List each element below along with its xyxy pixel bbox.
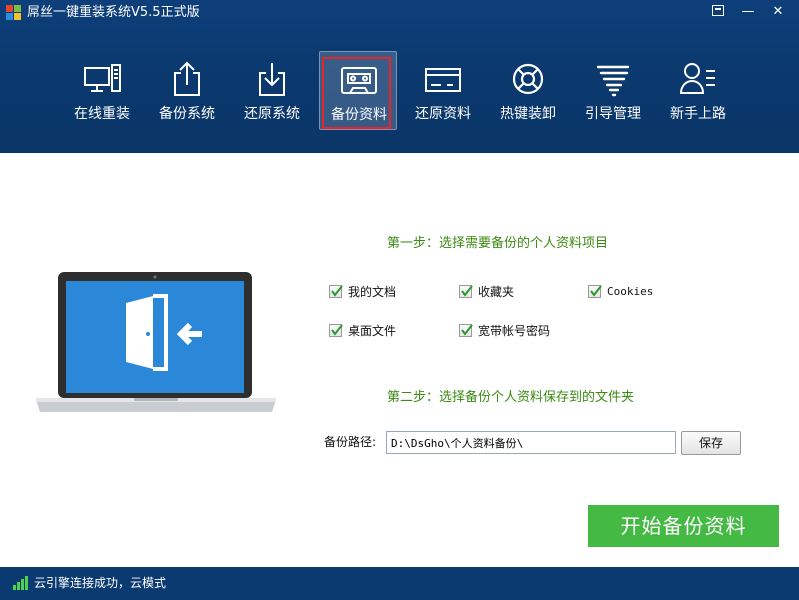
window-controls: — ✕: [703, 2, 793, 22]
status-bar: 云引擎连接成功，云模式: [0, 567, 799, 600]
upload-icon: [174, 61, 200, 96]
nav-item-restore-system[interactable]: 还原系统: [233, 51, 311, 130]
nav-item-restore-data[interactable]: 还原资料: [404, 51, 482, 130]
close-icon: ✕: [772, 4, 784, 19]
start-backup-button[interactable]: 开始备份资料: [588, 505, 779, 547]
option-broadband-password[interactable]: 宽带帐号密码: [459, 321, 550, 339]
nav-item-label: 还原系统: [244, 106, 300, 122]
option-desktop-files[interactable]: 桌面文件: [329, 321, 396, 339]
option-label: 桌面文件: [348, 323, 397, 338]
step1-title: 第一步：选择需要备份的个人资料项目: [387, 236, 609, 251]
card-icon: [425, 68, 461, 92]
close-button[interactable]: ✕: [763, 2, 793, 22]
status-text: 云引擎连接成功，云模式: [34, 576, 167, 590]
app-window: 屌丝一键重装系统V5.5正式版 — ✕ 在线重装 备份系统 还原系统 备份资料 …: [0, 0, 799, 600]
nav-item-hotkey[interactable]: 热键装卸: [489, 51, 567, 130]
nav-item-beginner[interactable]: 新手上路: [659, 51, 737, 130]
tornado-icon: [596, 65, 630, 97]
checkbox[interactable]: [459, 284, 473, 298]
checkbox[interactable]: [329, 323, 343, 337]
download-icon: [259, 63, 285, 96]
minimize-icon: —: [741, 4, 755, 19]
option-label: 收藏夹: [478, 284, 515, 299]
step2-title: 第二步：选择备份个人资料保存到的文件夹: [387, 390, 635, 405]
checkbox[interactable]: [588, 284, 602, 298]
option-label: 宽带帐号密码: [478, 323, 551, 338]
checkbox[interactable]: [459, 323, 473, 337]
menu-button[interactable]: [703, 2, 733, 22]
signal-icon: [13, 576, 29, 590]
option-cookies[interactable]: Cookies: [588, 282, 653, 300]
nav-item-label: 备份系统: [159, 106, 215, 122]
nav-item-backup-system[interactable]: 备份系统: [148, 51, 226, 130]
nav-item-backup-data[interactable]: 备份资料: [319, 51, 397, 130]
nav-item-label: 引导管理: [585, 106, 641, 122]
cassette-icon: [341, 67, 377, 94]
computer-icon: [84, 64, 121, 92]
minimize-button[interactable]: —: [733, 2, 763, 22]
backup-path-input[interactable]: [386, 431, 676, 454]
nav-item-boot-manager[interactable]: 引导管理: [574, 51, 652, 130]
menu-icon: [712, 5, 724, 16]
lifebuoy-icon: [512, 63, 544, 95]
app-logo-icon: [6, 5, 22, 21]
nav-item-label: 还原资料: [415, 106, 471, 122]
nav-item-label: 备份资料: [331, 107, 387, 123]
laptop-illustration: [36, 272, 276, 412]
option-label: Cookies: [607, 284, 654, 298]
title-bar: 屌丝一键重装系统V5.5正式版 — ✕: [0, 0, 799, 26]
user-list-icon: [679, 63, 715, 94]
option-my-documents[interactable]: 我的文档: [329, 282, 396, 300]
path-label: 备份路径:: [324, 435, 377, 449]
save-button[interactable]: 保存: [681, 431, 741, 455]
nav-item-label: 在线重装: [74, 106, 130, 122]
option-favorites[interactable]: 收藏夹: [459, 282, 514, 300]
nav-item-online-reinstall[interactable]: 在线重装: [63, 51, 141, 130]
option-label: 我的文档: [348, 284, 397, 299]
window-title: 屌丝一键重装系统V5.5正式版: [27, 5, 200, 20]
nav-item-label: 新手上路: [670, 106, 726, 122]
header: 屌丝一键重装系统V5.5正式版 — ✕ 在线重装 备份系统 还原系统 备份资料 …: [0, 0, 799, 153]
nav-item-label: 热键装卸: [500, 106, 556, 122]
checkbox[interactable]: [329, 284, 343, 298]
